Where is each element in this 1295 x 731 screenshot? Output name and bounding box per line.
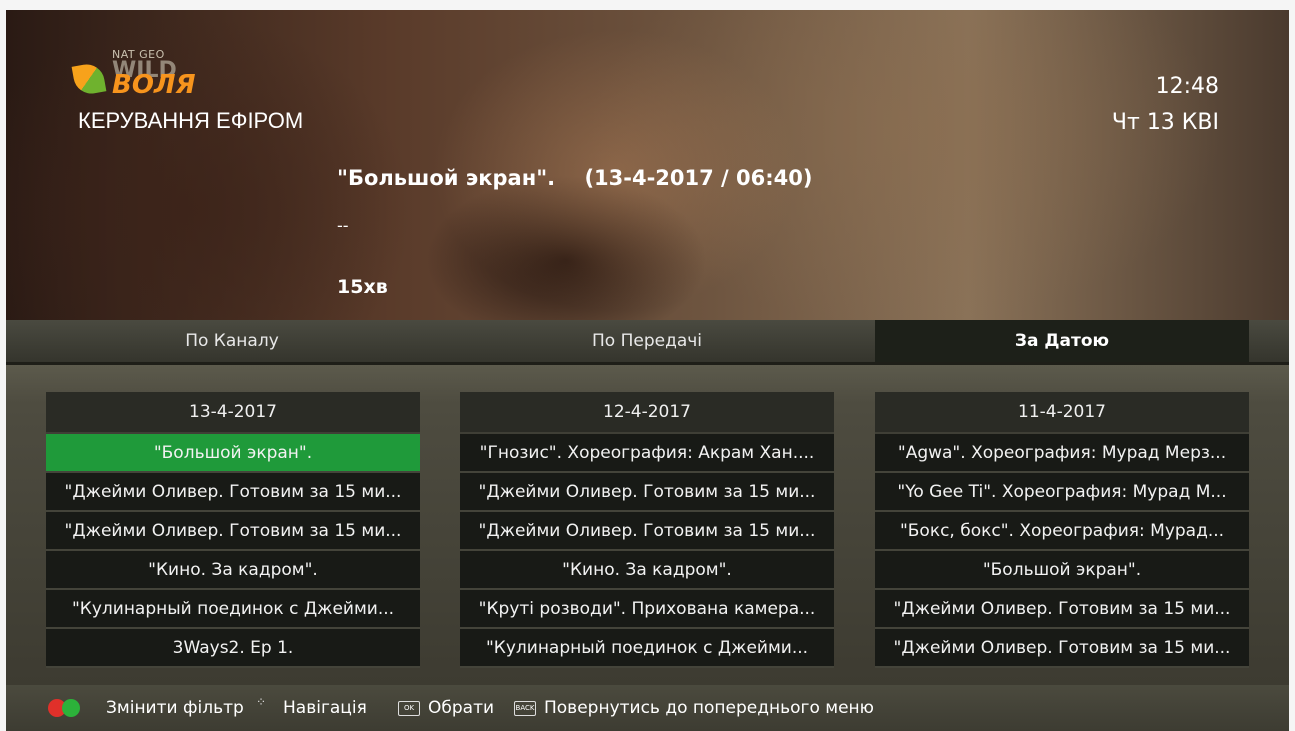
list-item[interactable]: "Кино. За кадром". <box>46 551 420 590</box>
list-item[interactable]: "Большой экран". <box>875 551 1249 590</box>
list-item[interactable]: "Джейми Оливер. Готовим за 15 ми... <box>460 512 834 551</box>
column-date: 11-4-2017 <box>875 392 1249 434</box>
filter-tabs: По Каналу По Передачі За Датою <box>6 320 1289 365</box>
program-datetime: (13-4-2017 / 06:40) <box>584 166 813 190</box>
program-title-line: "Большой экран". (13-4-2017 / 06:40) <box>337 166 834 190</box>
list-item[interactable]: "Джейми Оливер. Готовим за 15 ми... <box>460 473 834 512</box>
column-date: 12-4-2017 <box>460 392 834 434</box>
program-title: "Большой экран". <box>337 166 556 190</box>
navigation-arrows-icon: ⁘ <box>256 695 267 709</box>
green-button-icon <box>62 699 80 717</box>
program-duration: 15хв <box>337 276 388 298</box>
list-item[interactable]: "Кулинарный поединок с Джейми... <box>46 590 420 629</box>
clock-time: 12:48 <box>1155 74 1219 99</box>
date-column: 11-4-2017 "Agwa". Хореография: Мурад Мер… <box>875 392 1249 668</box>
hint-back: Повернутись до попереднього меню <box>544 698 874 718</box>
column-date: 13-4-2017 <box>46 392 420 434</box>
list-item[interactable]: "Agwa". Хореография: Мурад Мерз... <box>875 434 1249 473</box>
brand-label: ВОЛЯ <box>112 70 196 100</box>
back-key-icon: BACK <box>514 701 536 716</box>
list-item[interactable]: "Кино. За кадром". <box>460 551 834 590</box>
hint-navigation: Навігація <box>283 698 367 718</box>
list-item[interactable]: "Yo Gee Ti". Хореография: Мурад М... <box>875 473 1249 512</box>
list-item[interactable]: "Круті розводи". Прихована камера... <box>460 590 834 629</box>
tab-by-date[interactable]: За Датою <box>875 320 1249 362</box>
hint-change-filter: Змінити фільтр <box>106 698 244 718</box>
list-item[interactable]: 3Ways2. Ep 1. <box>46 629 420 668</box>
list-item[interactable]: "Гнозис". Хореография: Акрам Хан.... <box>460 434 834 473</box>
program-preview: NAT GEO WILD ВОЛЯ КЕРУВАННЯ ЕФІРОМ 12:48… <box>6 10 1289 320</box>
list-item[interactable]: "Большой экран". <box>46 434 420 473</box>
list-item[interactable]: "Джейми Оливер. Готовим за 15 ми... <box>46 512 420 551</box>
ok-key-icon: OK <box>398 701 420 716</box>
program-description: -- <box>337 216 349 235</box>
schedule-grid: 13-4-2017 "Большой экран". "Джейми Оливе… <box>6 365 1289 685</box>
list-item[interactable]: "Джейми Оливер. Готовим за 15 ми... <box>46 473 420 512</box>
date-column: 12-4-2017 "Гнозис". Хореография: Акрам Х… <box>460 392 834 668</box>
date-column: 13-4-2017 "Большой экран". "Джейми Оливе… <box>46 392 420 668</box>
list-item[interactable]: "Кулинарный поединок с Джейми... <box>460 629 834 668</box>
list-item[interactable]: "Джейми Оливер. Готовим за 15 ми... <box>875 590 1249 629</box>
hint-select: Обрати <box>428 698 495 718</box>
tab-by-program[interactable]: По Передачі <box>460 320 834 362</box>
help-bar: Змінити фільтр ⁘ Навігація OK Обрати BAC… <box>6 685 1289 731</box>
tab-by-channel[interactable]: По Каналу <box>46 320 418 362</box>
list-item[interactable]: "Бокс, бокс". Хореография: Мурад... <box>875 512 1249 551</box>
tv-screen: NAT GEO WILD ВОЛЯ КЕРУВАННЯ ЕФІРОМ 12:48… <box>6 10 1289 731</box>
channel-logo: NAT GEO WILD ВОЛЯ <box>71 46 234 106</box>
clock-date: Чт 13 КВІ <box>1111 110 1219 135</box>
volya-leaf-icon <box>71 61 107 97</box>
list-item[interactable]: "Джейми Оливер. Готовим за 15 ми... <box>875 629 1249 668</box>
page-title: КЕРУВАННЯ ЕФІРОМ <box>78 108 304 133</box>
